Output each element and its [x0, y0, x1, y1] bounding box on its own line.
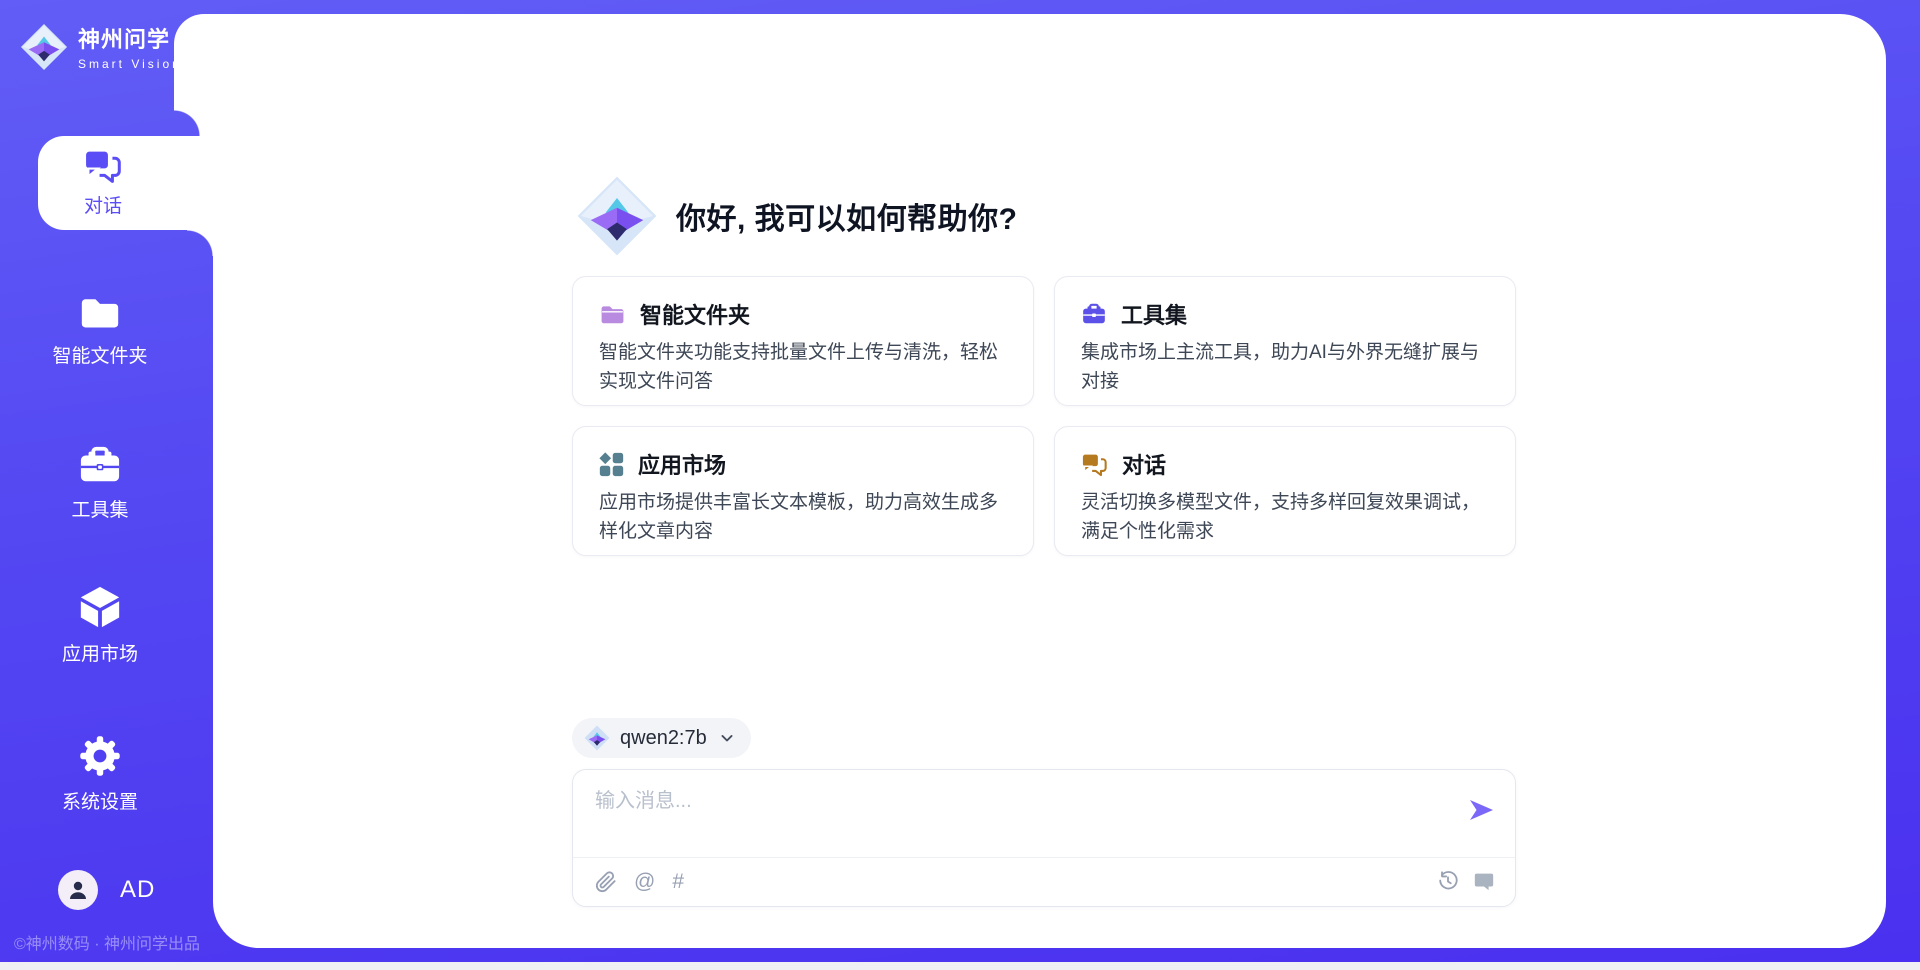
model-name: qwen2:7b [620, 727, 707, 750]
diamond-logo-icon [20, 23, 68, 71]
paperclip-icon [595, 871, 617, 893]
feature-card-smart-folder[interactable]: 智能文件夹 智能文件夹功能支持批量文件上传与清洗，轻松实现文件问答 [572, 276, 1034, 406]
sidebar-item-smart-folder[interactable]: 智能文件夹 [0, 292, 200, 368]
sidebar-item-label: 工具集 [71, 495, 128, 522]
sidebar-item-toolset[interactable]: 工具集 [0, 444, 200, 522]
card-title: 应用市场 [638, 448, 726, 480]
feature-card-app-market[interactable]: 应用市场 应用市场提供丰富长文本模板，助力高效生成多样化文章内容 [572, 426, 1034, 556]
topic-button[interactable]: # [672, 870, 684, 894]
model-selector[interactable]: qwen2:7b [572, 718, 751, 758]
greeting-text: 你好, 我可以如何帮助你? [676, 194, 1018, 238]
feature-card-toolset[interactable]: 工具集 集成市场上主流工具，助力AI与外界无缝扩展与对接 [1054, 276, 1516, 406]
avatar [58, 870, 98, 910]
greeting: 你好, 我可以如何帮助你? [576, 175, 1018, 257]
card-description: 智能文件夹功能支持批量文件上传与清洗，轻松实现文件问答 [599, 339, 1007, 396]
folder-icon [77, 292, 123, 332]
chat-bubbles-icon [1081, 452, 1108, 477]
chat-bubble-icon [1473, 870, 1495, 892]
sidebar-item-label: 系统设置 [62, 787, 138, 814]
sidebar-item-label: 智能文件夹 [52, 341, 147, 368]
card-description: 集成市场上主流工具，助力AI与外界无缝扩展与对接 [1081, 339, 1489, 396]
message-input[interactable] [595, 784, 1455, 848]
person-icon [66, 878, 90, 902]
sidebar: 神州问学 Smart Vision 对话 [0, 0, 213, 970]
sidebar-item-app-market[interactable]: 应用市场 [0, 584, 200, 666]
history-button[interactable] [1437, 870, 1459, 892]
cube-icon [77, 584, 123, 630]
chevron-down-icon [717, 728, 737, 748]
folder-icon [599, 302, 626, 326]
card-title: 工具集 [1121, 298, 1187, 330]
diamond-logo-icon [584, 725, 610, 751]
attach-file-button[interactable] [595, 871, 617, 893]
feedback-button[interactable] [1473, 870, 1495, 892]
chat-bubbles-icon [83, 148, 123, 184]
history-clock-icon [1437, 870, 1459, 892]
briefcase-icon [1081, 302, 1107, 326]
horizontal-scrollbar[interactable] [0, 962, 1920, 970]
mention-button[interactable]: @ [634, 870, 655, 894]
card-title: 智能文件夹 [640, 298, 750, 330]
user-profile[interactable]: AD [58, 870, 155, 910]
toolbox-icon [77, 444, 123, 486]
card-description: 灵活切换多模型文件，支持多样回复效果调试，满足个性化需求 [1081, 489, 1489, 546]
send-icon [1467, 796, 1495, 824]
sidebar-item-settings[interactable]: 系统设置 [0, 734, 200, 814]
message-composer: @ # [572, 769, 1516, 907]
sidebar-item-chat[interactable]: 对话 [38, 136, 213, 230]
card-description: 应用市场提供丰富长文本模板，助力高效生成多样化文章内容 [599, 489, 1007, 546]
sidebar-item-label: 对话 [84, 191, 122, 218]
gear-icon [78, 734, 122, 778]
main-content: 你好, 我可以如何帮助你? 智能文件夹 智能文件夹功能支持批量文件上传与清洗，轻… [213, 14, 1886, 948]
brand-name: 神州问学 [78, 22, 182, 54]
diamond-logo-icon [576, 175, 658, 257]
feature-card-chat[interactable]: 对话 灵活切换多模型文件，支持多样回复效果调试，满足个性化需求 [1054, 426, 1516, 556]
sidebar-item-label: 应用市场 [62, 639, 138, 666]
card-title: 对话 [1122, 448, 1166, 480]
brand-subtitle: Smart Vision [78, 57, 182, 71]
user-initials: AD [120, 876, 155, 904]
sidebar-footer: ©神州数码 · 神州问学出品 [14, 930, 214, 954]
send-button[interactable] [1467, 796, 1495, 824]
composer-divider [573, 857, 1515, 858]
sidebar-notch-curve [174, 110, 213, 136]
grid-icon [599, 452, 624, 477]
sidebar-notch [174, 14, 213, 110]
active-tab-curve [187, 230, 213, 256]
brand-logo: 神州问学 Smart Vision [20, 22, 182, 71]
